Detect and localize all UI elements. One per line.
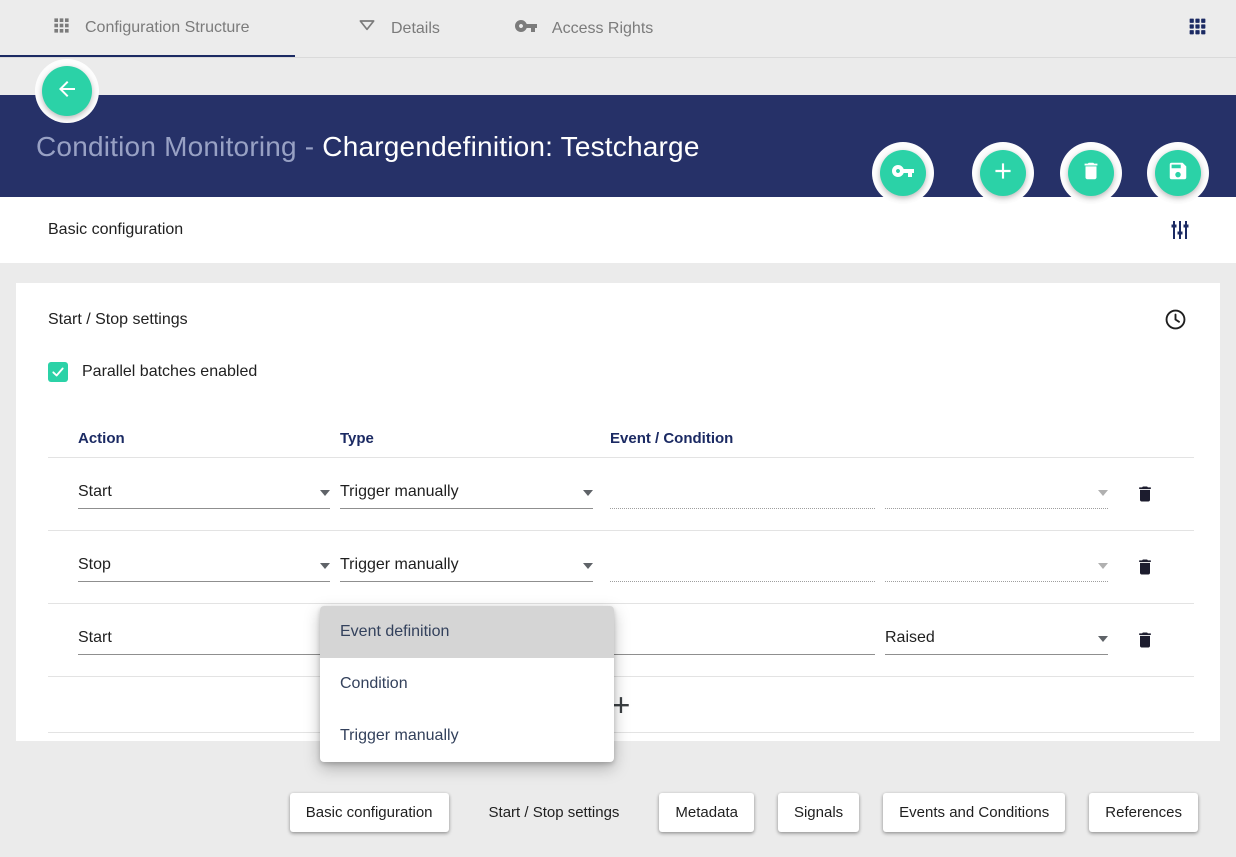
back-button-halo bbox=[35, 59, 99, 123]
key-icon bbox=[891, 159, 915, 188]
chevron-down-icon bbox=[320, 483, 330, 501]
nav-events-and-conditions[interactable]: Events and Conditions bbox=[883, 793, 1065, 832]
select-value: Start bbox=[78, 629, 112, 647]
chevron-down-icon bbox=[583, 556, 593, 574]
arrow-left-icon bbox=[55, 77, 79, 106]
menu-item-trigger-manually[interactable]: Trigger manually bbox=[320, 710, 614, 762]
basic-configuration-section: Basic configuration bbox=[0, 197, 1236, 263]
state-select[interactable]: Raised bbox=[885, 625, 1108, 655]
save-icon bbox=[1167, 160, 1189, 187]
action-select[interactable]: Stop bbox=[78, 552, 330, 582]
tab-access-rights[interactable]: Access Rights bbox=[448, 0, 661, 57]
plus-icon bbox=[990, 158, 1016, 189]
tab-label: Details bbox=[391, 20, 440, 38]
table-header-row: Action Type Event / Condition bbox=[48, 430, 1194, 458]
start-stop-table: Action Type Event / Condition Start Trig… bbox=[48, 430, 1194, 733]
save-fab[interactable] bbox=[1155, 150, 1201, 196]
event-condition-select[interactable] bbox=[610, 479, 875, 509]
back-button[interactable] bbox=[42, 66, 92, 116]
access-key-fab-halo bbox=[872, 142, 934, 204]
start-stop-card: Start / Stop settings Parallel batches e… bbox=[16, 283, 1220, 741]
page-title: Condition Monitoring - Chargendefinition… bbox=[36, 131, 700, 163]
trash-icon bbox=[1080, 160, 1102, 187]
chevron-down-icon bbox=[320, 556, 330, 574]
chevron-down-icon bbox=[1098, 556, 1108, 574]
page-title-prefix: Condition Monitoring - bbox=[36, 131, 322, 162]
select-value: Raised bbox=[885, 629, 935, 647]
checkbox-label: Parallel batches enabled bbox=[82, 363, 257, 381]
action-select[interactable]: Start bbox=[78, 479, 330, 509]
chevron-down-icon bbox=[1098, 629, 1108, 647]
apps-grid-icon bbox=[1187, 16, 1208, 42]
parallel-batches-checkbox[interactable] bbox=[48, 362, 68, 382]
key-icon bbox=[514, 14, 538, 43]
table-row: Start Raised bbox=[48, 604, 1194, 677]
chevron-down-icon bbox=[1098, 483, 1108, 501]
type-dropdown-menu: Event definition Condition Trigger manua… bbox=[320, 606, 614, 762]
add-row-button[interactable]: + bbox=[612, 689, 631, 721]
event-condition-select[interactable] bbox=[610, 552, 875, 582]
save-fab-halo bbox=[1147, 142, 1209, 204]
delete-fab[interactable] bbox=[1068, 150, 1114, 196]
page-title-main: Chargendefinition: Testcharge bbox=[322, 131, 699, 162]
apps-grid-button[interactable] bbox=[1182, 14, 1212, 44]
grid-icon bbox=[52, 16, 71, 40]
section-title: Start / Stop settings bbox=[48, 311, 188, 329]
card-header: Start / Stop settings bbox=[16, 283, 1220, 332]
column-header-type: Type bbox=[340, 430, 610, 447]
type-select[interactable]: Trigger manually bbox=[340, 552, 593, 582]
bottom-section-nav: Basic configuration Start / Stop setting… bbox=[0, 793, 1236, 832]
menu-item-condition[interactable]: Condition bbox=[320, 658, 614, 710]
parallel-batches-row: Parallel batches enabled bbox=[48, 362, 1220, 382]
nav-start-stop-settings[interactable]: Start / Stop settings bbox=[473, 793, 636, 832]
nav-basic-configuration[interactable]: Basic configuration bbox=[290, 793, 449, 832]
tune-sliders-icon[interactable] bbox=[1168, 218, 1192, 242]
event-condition-select[interactable] bbox=[610, 625, 875, 655]
tab-details[interactable]: Details bbox=[295, 0, 448, 57]
chevron-down-icon bbox=[583, 483, 593, 501]
menu-item-event-definition[interactable]: Event definition bbox=[320, 606, 614, 658]
nav-metadata[interactable]: Metadata bbox=[659, 793, 754, 832]
select-value: Stop bbox=[78, 556, 111, 574]
delete-row-button[interactable] bbox=[1134, 482, 1156, 506]
nav-signals[interactable]: Signals bbox=[778, 793, 859, 832]
top-tab-bar: Configuration Structure Details Access R… bbox=[0, 0, 1236, 57]
select-value: Trigger manually bbox=[340, 483, 459, 501]
state-select[interactable] bbox=[885, 552, 1108, 582]
state-select[interactable] bbox=[885, 479, 1108, 509]
funnel-icon bbox=[357, 16, 377, 41]
column-header-action: Action bbox=[78, 430, 340, 447]
type-select[interactable]: Trigger manually bbox=[340, 479, 593, 509]
tab-configuration-structure[interactable]: Configuration Structure bbox=[0, 0, 295, 57]
add-fab-halo bbox=[972, 142, 1034, 204]
delete-row-button[interactable] bbox=[1134, 555, 1156, 579]
delete-fab-halo bbox=[1060, 142, 1122, 204]
action-select[interactable]: Start bbox=[78, 625, 330, 655]
clock-icon[interactable] bbox=[1163, 307, 1188, 332]
nav-references[interactable]: References bbox=[1089, 793, 1198, 832]
section-title: Basic configuration bbox=[48, 221, 183, 239]
column-header-event: Event / Condition bbox=[610, 430, 1190, 447]
page-header: Condition Monitoring - Chargendefinition… bbox=[0, 95, 1236, 197]
add-row-container: + bbox=[48, 677, 1194, 733]
table-row: Stop Trigger manually bbox=[48, 531, 1194, 604]
add-fab[interactable] bbox=[980, 150, 1026, 196]
table-row: Start Trigger manually bbox=[48, 458, 1194, 531]
delete-row-button[interactable] bbox=[1134, 628, 1156, 652]
access-key-fab[interactable] bbox=[880, 150, 926, 196]
select-value: Trigger manually bbox=[340, 556, 459, 574]
tab-label: Access Rights bbox=[552, 20, 653, 38]
tab-label: Configuration Structure bbox=[85, 19, 250, 37]
select-value: Start bbox=[78, 483, 112, 501]
